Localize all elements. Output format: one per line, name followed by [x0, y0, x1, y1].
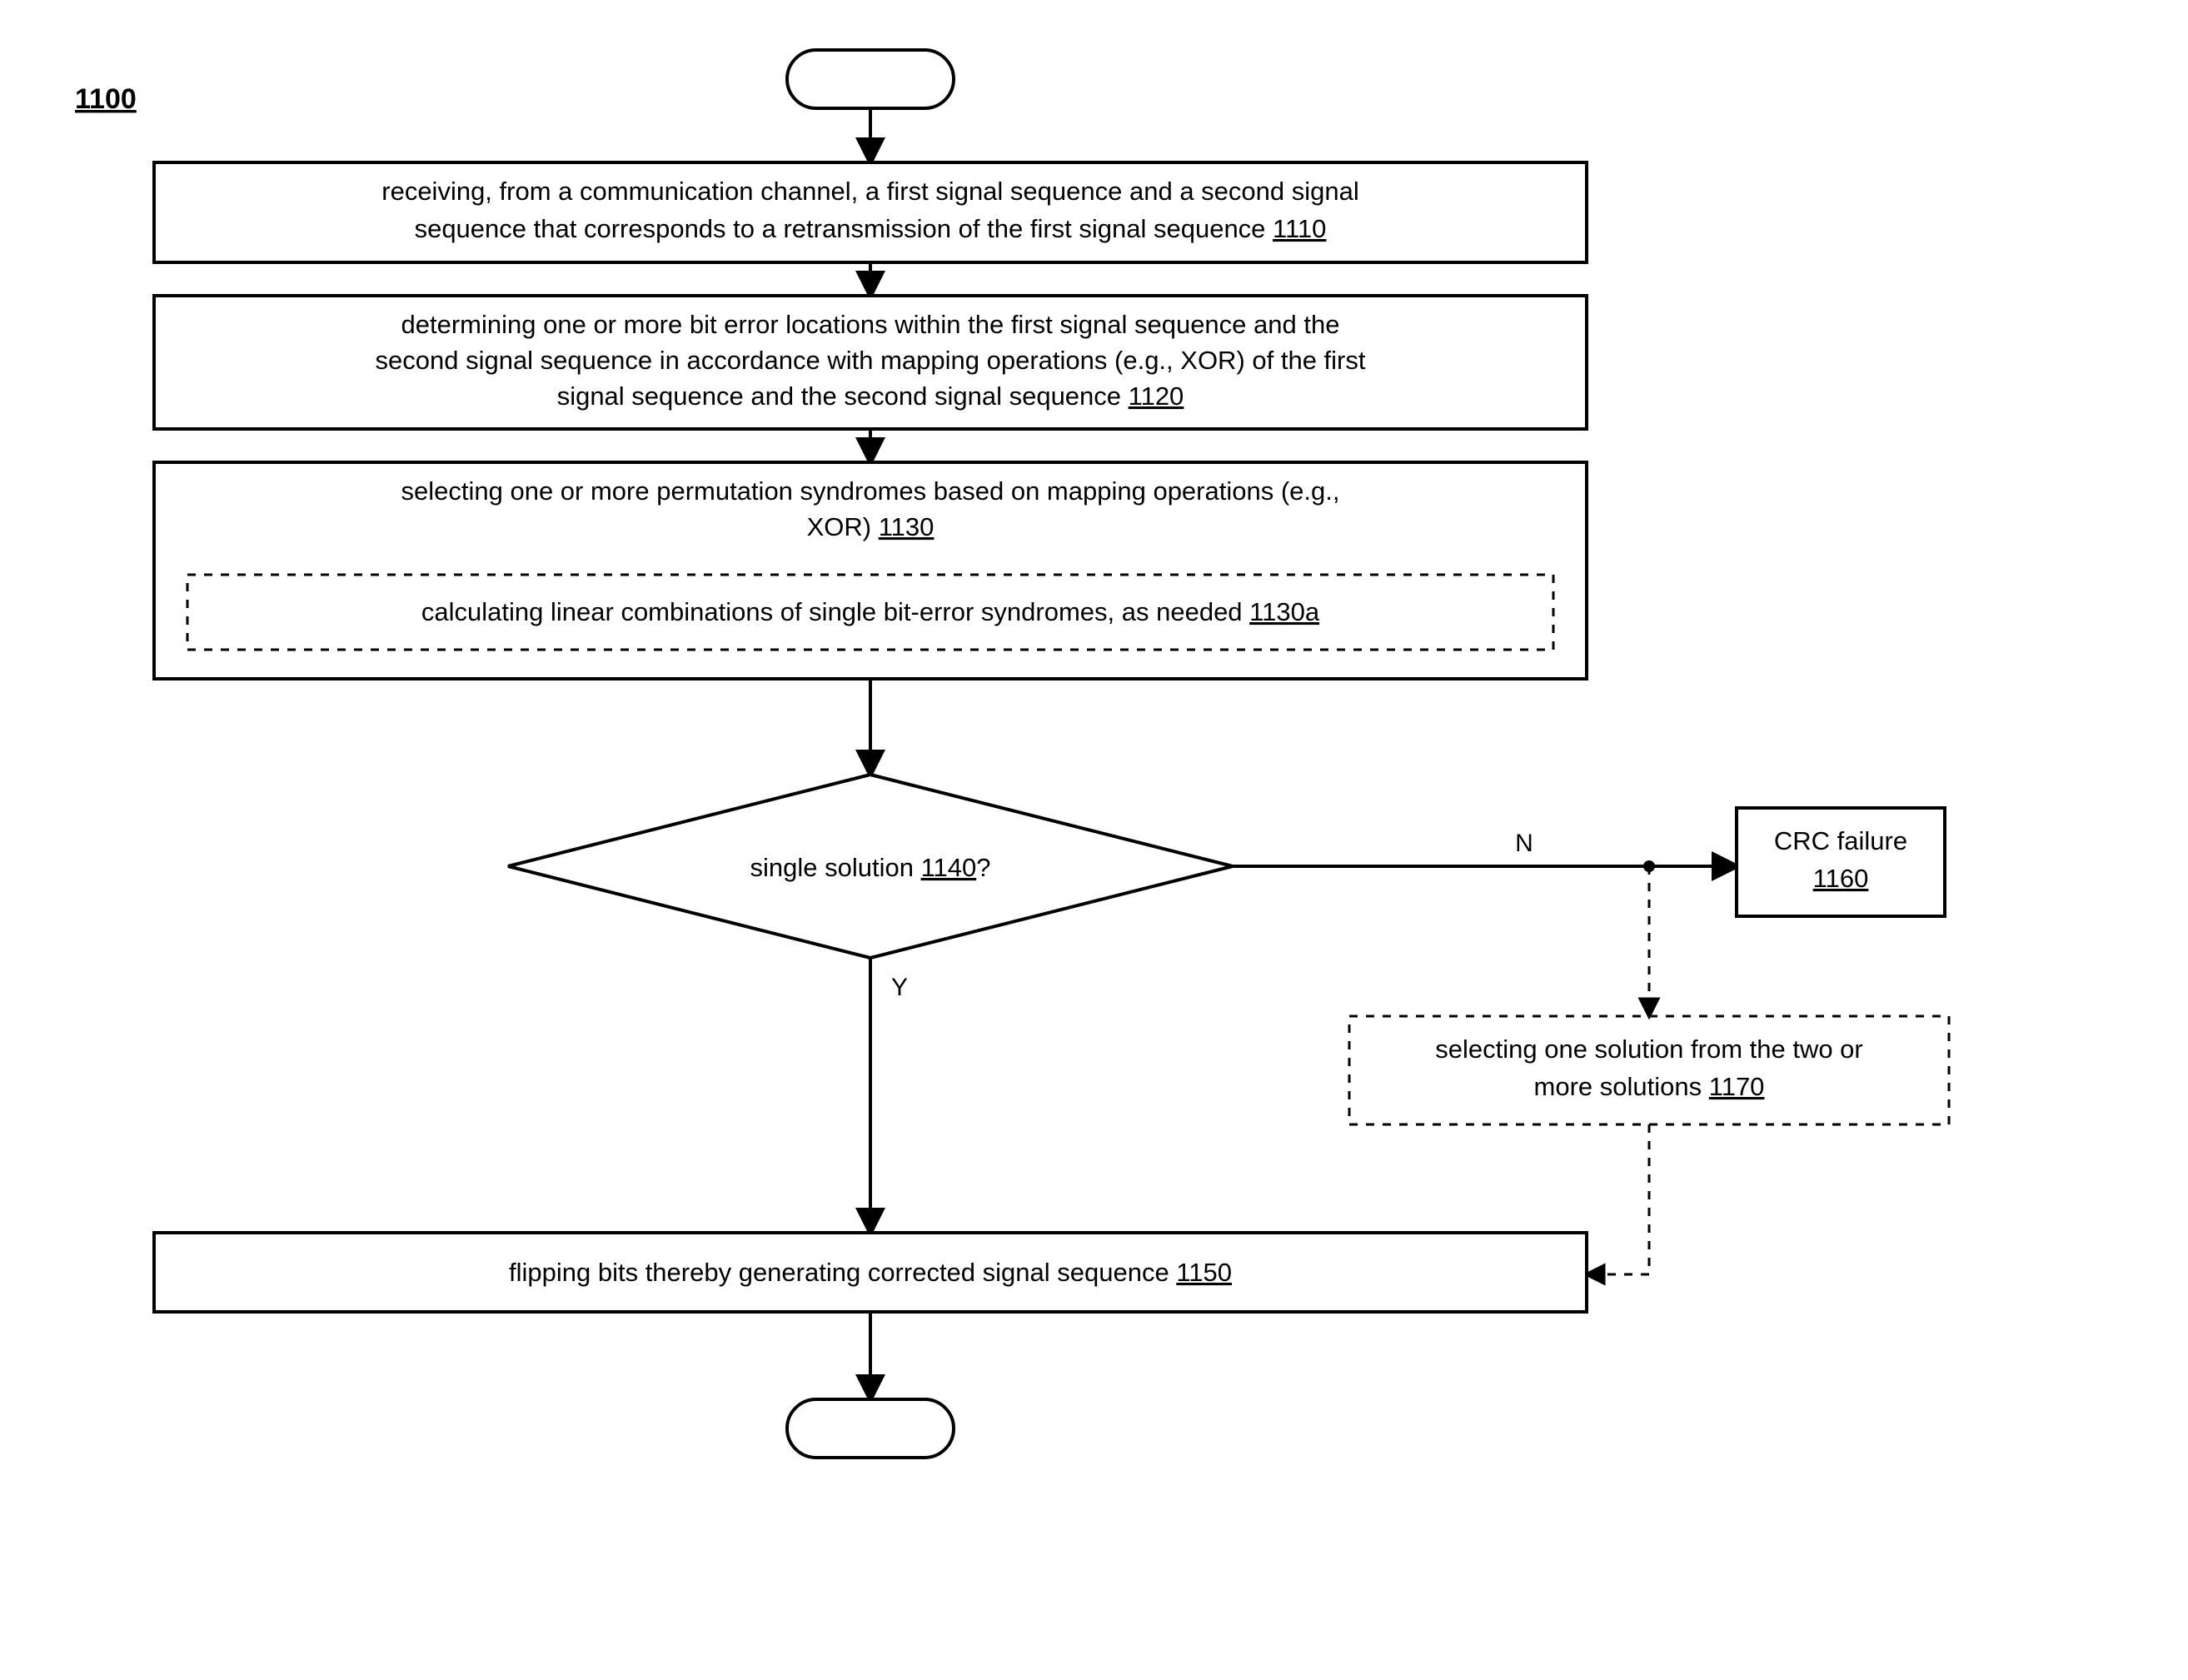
step-1170: selecting one solution from the two or m…: [1349, 1016, 1949, 1124]
edge-yes-label: Y: [891, 974, 908, 1001]
step-1120-ref: 1120: [1129, 381, 1184, 411]
decision-1140: single solution 1140?: [508, 775, 1233, 958]
step-1170-line1: selecting one solution from the two or: [1435, 1034, 1863, 1064]
svg-text:XOR) 1130: XOR) 1130: [807, 512, 935, 541]
step-1120-line2: second signal sequence in accordance wit…: [376, 346, 1366, 375]
step-1170-ref: 1170: [1709, 1072, 1765, 1101]
svg-text:calculating linear combination: calculating linear combinations of singl…: [421, 597, 1320, 626]
step-1120-line3: signal sequence and the second signal se…: [557, 381, 1129, 411]
decision-1140-post: ?: [976, 853, 990, 882]
svg-text:1160: 1160: [1813, 864, 1869, 893]
step-1150-line: flipping bits thereby generating correct…: [509, 1258, 1176, 1287]
step-1130-ref: 1130: [879, 512, 935, 541]
step-1130a-ref: 1130a: [1249, 597, 1320, 626]
svg-text:single solution 1140?: single solution 1140?: [750, 853, 991, 882]
step-1130-line1: selecting one or more permutation syndro…: [401, 476, 1340, 506]
step-1150-ref: 1150: [1176, 1258, 1232, 1287]
svg-text:sequence that corresponds to a: sequence that corresponds to a retransmi…: [415, 214, 1327, 243]
step-1130: selecting one or more permutation syndro…: [154, 462, 1587, 679]
step-1160-line1: CRC failure: [1774, 826, 1907, 855]
svg-text:signal sequence and the second: signal sequence and the second signal se…: [557, 381, 1184, 411]
step-1110: receiving, from a communication channel,…: [154, 162, 1587, 262]
step-1110-line1: receiving, from a communication channel,…: [381, 177, 1359, 206]
figure-number: 1100: [75, 83, 137, 115]
flowchart: 1100 receiving, from a communication cha…: [0, 0, 2188, 1680]
svg-text:more solutions 1170: more solutions 1170: [1534, 1072, 1765, 1101]
end-terminator: [787, 1399, 954, 1458]
step-1120-line1: determining one or more bit error locati…: [401, 310, 1340, 339]
step-1170-line2: more solutions: [1534, 1072, 1709, 1101]
step-1150: flipping bits thereby generating correct…: [154, 1233, 1587, 1312]
step-1160: CRC failure 1160: [1737, 808, 1945, 916]
svg-text:flipping bits thereby generati: flipping bits thereby generating correct…: [509, 1258, 1232, 1287]
step-1110-ref: 1110: [1273, 214, 1326, 243]
decision-1140-pre: single solution: [750, 853, 921, 882]
edge-no-label: N: [1515, 830, 1533, 857]
step-1130a-line: calculating linear combinations of singl…: [421, 597, 1249, 626]
decision-1140-ref: 1140: [921, 853, 977, 882]
step-1110-line2: sequence that corresponds to a retransmi…: [415, 214, 1273, 243]
connector-dashed-to-1150: [1587, 1124, 1649, 1274]
step-1120: determining one or more bit error locati…: [154, 296, 1587, 429]
step-1160-ref: 1160: [1813, 864, 1869, 893]
step-1130-line2: XOR): [807, 512, 879, 541]
start-terminator: [787, 50, 954, 108]
